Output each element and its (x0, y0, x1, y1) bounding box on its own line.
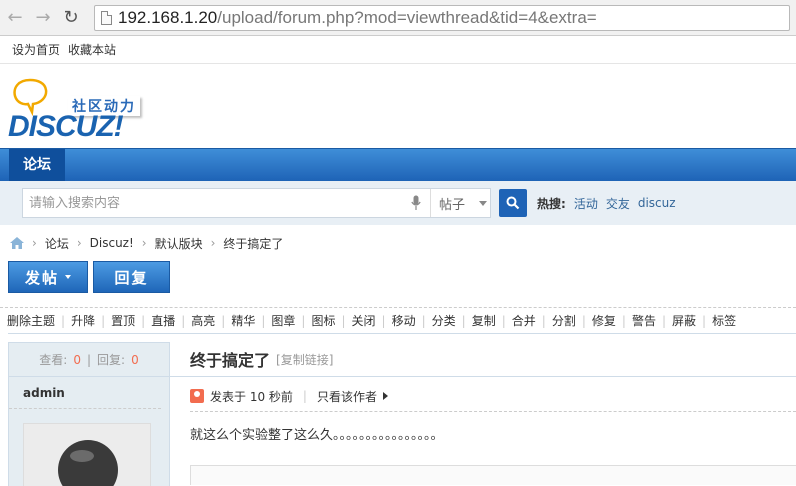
avatar-silhouette-icon (24, 424, 150, 486)
reload-icon[interactable]: ↻ (62, 8, 80, 27)
forward-icon[interactable]: → (34, 8, 52, 27)
triangle-right-icon[interactable] (382, 392, 388, 400)
mod-action[interactable]: 分割 (552, 312, 576, 329)
post-signature-box (190, 465, 796, 485)
thread-title-row: 终于搞定了 [复制链接] (190, 342, 796, 376)
mod-action[interactable]: 置顶 (111, 312, 135, 329)
breadcrumb-item[interactable]: 终于搞定了 (223, 235, 283, 252)
mod-action[interactable]: 标签 (712, 312, 736, 329)
page-icon (101, 10, 112, 25)
address-bar[interactable]: 192.168.1.20/upload/forum.php?mod=viewth… (94, 4, 790, 31)
author-name[interactable]: admin (9, 377, 161, 409)
new-post-button[interactable]: 发帖 (8, 261, 88, 293)
breadcrumb-item[interactable]: 论坛 (45, 235, 69, 252)
breadcrumb-separator: › (32, 236, 37, 250)
copy-link[interactable]: [复制链接] (276, 351, 333, 368)
post-actions: 发帖 回复 (0, 261, 796, 293)
hot-searches: 热搜: 活动 交友 discuz (537, 195, 676, 212)
url-host: 192.168.1.20 (118, 7, 218, 27)
author-sidebar: 查看: 0 | 回复: 0 admin (8, 342, 170, 486)
only-author-link[interactable]: 只看该作者 (317, 388, 377, 405)
search-bar: 帖子 热搜: 活动 交友 discuz (0, 181, 796, 225)
mod-action[interactable]: 屏蔽 (672, 312, 696, 329)
avatar[interactable] (23, 423, 151, 486)
breadcrumb-item[interactable]: Discuz! (90, 236, 134, 250)
chevron-down-icon (479, 200, 488, 206)
mod-action[interactable]: 复制 (472, 312, 496, 329)
hot-search-term[interactable]: 交友 (606, 195, 630, 212)
main-navbar: 论坛 (0, 148, 796, 181)
hot-search-term[interactable]: discuz (638, 196, 676, 210)
post-main: 终于搞定了 [复制链接] 发表于 10 秒前 | 只看该作者 就这么个实验整了这… (170, 342, 796, 486)
mod-action[interactable]: 升降 (71, 312, 95, 329)
home-icon[interactable] (10, 237, 24, 249)
mod-action[interactable]: 高亮 (191, 312, 215, 329)
post-time: 发表于 10 秒前 (210, 389, 293, 404)
logo-wordmark: DISCUZ! (8, 110, 124, 143)
divider (170, 376, 796, 377)
post-body: 就这么个实验整了这么久。。。。。。。。。。。。。。。。 (190, 428, 444, 443)
search-input[interactable] (23, 189, 406, 217)
post-meta: 发表于 10 秒前 | 只看该作者 (190, 381, 796, 411)
microphone-icon[interactable] (406, 193, 426, 213)
thread-stats: 查看: 0 | 回复: 0 (9, 343, 169, 377)
mod-action[interactable]: 修复 (592, 312, 616, 329)
moderation-toolbar: 删除主题 | 升降 | 置顶 | 直播 | 高亮 | 精华 | 图章 | 图标 | 关闭 | 移动… (0, 307, 796, 333)
views-label: 查看: (39, 353, 68, 367)
set-home-link[interactable]: 设为首页 (12, 41, 60, 58)
breadcrumb-separator: › (210, 236, 216, 250)
mod-action[interactable]: 移动 (392, 312, 416, 329)
search-type-label: 帖子 (439, 197, 466, 213)
mod-action[interactable]: 图标 (311, 312, 335, 329)
divider (190, 411, 796, 412)
mod-action[interactable]: 分类 (432, 312, 456, 329)
replies-count: 0 (131, 352, 139, 367)
reply-button[interactable]: 回复 (93, 261, 170, 293)
mod-action[interactable]: 精华 (231, 312, 255, 329)
url-text[interactable]: 192.168.1.20/upload/forum.php?mod=viewth… (118, 8, 597, 28)
mod-action[interactable]: 图章 (271, 312, 295, 329)
browser-toolbar: ← → ↻ 192.168.1.20/upload/forum.php?mod=… (0, 0, 796, 36)
views-count: 0 (73, 352, 81, 367)
search-type-select[interactable]: 帖子 (430, 189, 490, 217)
caret-down-icon (65, 275, 71, 279)
mod-action[interactable]: 直播 (151, 312, 175, 329)
user-online-icon (190, 389, 204, 403)
divider (8, 333, 796, 334)
search-box: 帖子 (22, 188, 491, 218)
hot-search-label: 热搜: (537, 196, 566, 211)
thread-title: 终于搞定了 (190, 351, 271, 370)
site-header: 社区动力 DISCUZ! (0, 64, 796, 148)
nav-item-forum[interactable]: 论坛 (9, 149, 65, 181)
hot-search-term[interactable]: 活动 (574, 195, 598, 212)
search-icon (506, 196, 520, 210)
reply-label: 回复 (114, 268, 149, 287)
breadcrumb-separator: › (141, 236, 147, 250)
breadcrumb-separator: › (76, 236, 82, 250)
breadcrumb: › 论坛 › Discuz! › 默认版块 › 终于搞定了 (0, 225, 796, 261)
url-path: /upload/forum.php?mod=viewthread&tid=4&e… (217, 7, 597, 27)
mod-action[interactable]: 合并 (512, 312, 536, 329)
search-button[interactable] (499, 189, 527, 217)
thread-container: 查看: 0 | 回复: 0 admin 终于搞定了 [复制链接] 发表于 10 … (8, 342, 796, 486)
top-links: 设为首页 收藏本站 (0, 36, 796, 64)
mod-action[interactable]: 删除主题 (7, 312, 55, 329)
new-post-label: 发帖 (24, 268, 59, 287)
mod-action[interactable]: 关闭 (352, 312, 376, 329)
site-logo[interactable]: 社区动力 DISCUZ! (8, 76, 178, 146)
replies-label: 回复: (97, 353, 126, 367)
back-icon[interactable]: ← (6, 8, 24, 27)
mod-action[interactable]: 警告 (632, 312, 656, 329)
breadcrumb-item[interactable]: 默认版块 (155, 235, 203, 252)
bookmark-link[interactable]: 收藏本站 (68, 41, 116, 58)
